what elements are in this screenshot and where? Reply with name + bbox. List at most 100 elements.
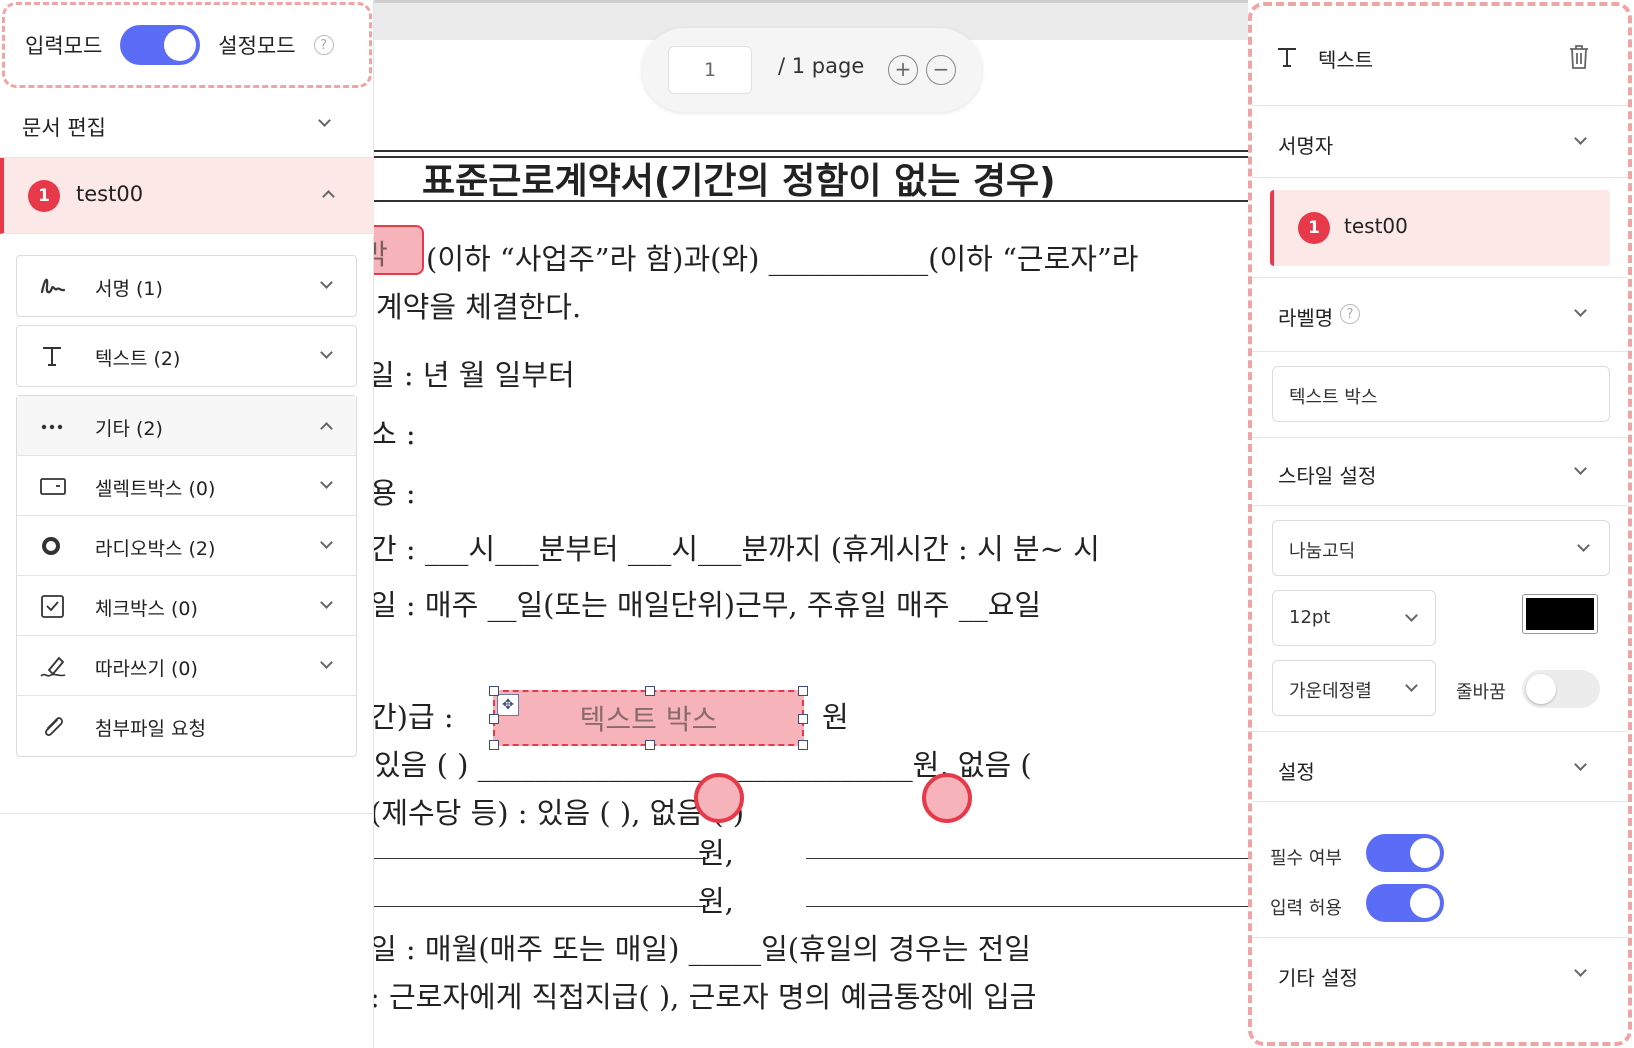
doc-line-4: 소 : bbox=[374, 417, 416, 451]
field-row-selectbox[interactable]: 셀렉트박스 (0) bbox=[17, 456, 356, 516]
doc-line-6: 간 : ___시___분부터 ___시___분까지 (휴게시간 : 시 분~ 시 bbox=[374, 532, 1100, 566]
chevron-down-icon bbox=[1574, 132, 1587, 145]
signer-item[interactable]: 1 test00 bbox=[0, 158, 374, 234]
required-toggle[interactable] bbox=[1366, 834, 1444, 872]
doc-line-13: 일 : 매월(매주 또는 매일) _____일(휴일의 경우는 전일 bbox=[374, 932, 1031, 966]
field-row-signature[interactable]: 서명 (1) bbox=[17, 256, 356, 316]
field-group-signature[interactable]: 서명 (1) bbox=[16, 255, 357, 317]
move-handle-icon[interactable]: ✥ bbox=[497, 694, 519, 716]
label-name-value: 텍스트 박스 bbox=[1289, 387, 1378, 408]
other-settings-section[interactable]: 기타 설정 bbox=[1252, 938, 1628, 1008]
underline bbox=[374, 906, 708, 907]
chevron-down-icon bbox=[318, 114, 331, 127]
chevron-down-icon bbox=[320, 656, 333, 669]
label-section[interactable]: 라벨명 ? bbox=[1252, 278, 1628, 352]
signer-section[interactable]: 서명자 bbox=[1252, 106, 1628, 178]
field-label: 체크박스 (0) bbox=[95, 598, 198, 620]
chevron-up-icon bbox=[322, 190, 335, 203]
text-box-field-selected[interactable]: 텍스트 박스 ✥ bbox=[489, 686, 808, 750]
left-panel: 입력모드 설정모드 ? 문서 편집 1 test00 서명 (1) 텍스트 (2… bbox=[0, 0, 374, 1048]
field-label: 셀렉트박스 (0) bbox=[95, 478, 216, 500]
input-allowed-toggle[interactable] bbox=[1366, 884, 1444, 922]
radio-field-yes[interactable] bbox=[694, 773, 744, 823]
resize-handle[interactable] bbox=[489, 714, 499, 724]
doc-line-11: 원, bbox=[698, 836, 734, 870]
mode-switch-bar: 입력모드 설정모드 ? bbox=[2, 2, 372, 88]
style-section-body: 나눔고딕 12pt 가운데정렬 줄바꿈 bbox=[1252, 506, 1628, 732]
page-navigator: / 1 page + − bbox=[642, 28, 982, 112]
selectbox-icon bbox=[40, 478, 66, 495]
paperclip-icon bbox=[45, 717, 63, 736]
underline bbox=[374, 858, 708, 859]
doc-edit-section[interactable]: 문서 편집 bbox=[0, 94, 374, 158]
field-row-etc[interactable]: 기타 (2) bbox=[17, 396, 356, 456]
field-row-checkbox[interactable]: 체크박스 (0) bbox=[17, 576, 356, 636]
label-section-body: 텍스트 박스 bbox=[1252, 352, 1628, 438]
resize-handle[interactable] bbox=[798, 740, 808, 750]
text-box-label: 텍스트 박스 bbox=[579, 703, 718, 736]
chevron-down-icon bbox=[320, 276, 333, 289]
zoom-out-button[interactable]: − bbox=[926, 55, 956, 85]
help-icon[interactable]: ? bbox=[1340, 304, 1360, 324]
doc-line-3: 일 : 년 월 일부터 bbox=[374, 358, 575, 392]
settings-section[interactable]: 설정 bbox=[1252, 732, 1628, 802]
signer-number-badge: 1 bbox=[1298, 212, 1330, 244]
section-title: 라벨명 bbox=[1278, 306, 1334, 330]
wrap-label: 줄바꿈 bbox=[1456, 682, 1506, 703]
doc-line-7: 일 : 매주 __일(또는 매일단위)근무, 주휴일 매주 __요일 bbox=[374, 588, 1042, 622]
chip-label: 박스 bbox=[374, 238, 388, 273]
chevron-down-icon bbox=[1574, 964, 1587, 977]
field-label: 따라쓰기 (0) bbox=[95, 658, 198, 680]
field-row-attachment[interactable]: 첨부파일 요청 bbox=[17, 696, 356, 756]
wrap-toggle[interactable] bbox=[1522, 670, 1600, 708]
resize-handle[interactable] bbox=[798, 686, 808, 696]
page-total: / 1 page bbox=[778, 54, 865, 78]
zoom-in-button[interactable]: + bbox=[888, 55, 918, 85]
text-icon bbox=[1278, 48, 1296, 67]
section-title: 기타 설정 bbox=[1278, 966, 1358, 990]
font-select[interactable]: 나눔고딕 bbox=[1272, 520, 1610, 576]
signer-number-badge: 1 bbox=[28, 180, 60, 212]
doc-line-2: 계약을 체결한다. bbox=[376, 290, 582, 324]
chevron-down-icon bbox=[1405, 609, 1418, 622]
field-label: 첨부파일 요청 bbox=[95, 718, 206, 740]
color-picker[interactable] bbox=[1522, 594, 1598, 634]
section-title: 스타일 설정 bbox=[1278, 464, 1377, 488]
trash-icon[interactable] bbox=[1568, 44, 1590, 70]
field-label: 기타 (2) bbox=[95, 418, 163, 440]
field-row-text[interactable]: 텍스트 (2) bbox=[17, 326, 356, 386]
document-page: 표준근로계약서(기간의 정함이 없는 경우) 박스 (이하 “사업주”라 함)과… bbox=[374, 40, 1248, 1048]
radio-field-no[interactable] bbox=[922, 773, 972, 823]
signer-name: test00 bbox=[76, 182, 144, 206]
signer-selected[interactable]: 1 test00 bbox=[1270, 190, 1610, 266]
style-section[interactable]: 스타일 설정 bbox=[1252, 438, 1628, 506]
resize-handle[interactable] bbox=[645, 740, 655, 750]
section-title: 서명자 bbox=[1278, 134, 1334, 158]
resize-handle[interactable] bbox=[489, 740, 499, 750]
resize-handle[interactable] bbox=[645, 686, 655, 696]
mode-toggle[interactable] bbox=[120, 25, 201, 65]
page-number-input[interactable] bbox=[668, 46, 752, 94]
help-icon[interactable]: ? bbox=[313, 35, 334, 55]
setting-mode-label: 설정모드 bbox=[218, 34, 296, 58]
signer-field-chip[interactable]: 박스 bbox=[374, 225, 424, 275]
resize-handle[interactable] bbox=[798, 714, 808, 724]
field-label: 텍스트 (2) bbox=[95, 348, 181, 370]
field-group-text[interactable]: 텍스트 (2) bbox=[16, 325, 357, 387]
resize-handle[interactable] bbox=[489, 686, 499, 696]
field-group-etc[interactable]: 기타 (2) 셀렉트박스 (0) 라디오박스 (2) 체크박스 (0) 따라쓰기… bbox=[16, 395, 357, 757]
field-label: 서명 (1) bbox=[95, 278, 163, 300]
field-row-radiobox[interactable]: 라디오박스 (2) bbox=[17, 516, 356, 576]
doc-line-5: 용 : bbox=[374, 476, 416, 510]
font-size-select[interactable]: 12pt bbox=[1272, 590, 1436, 646]
chevron-down-icon bbox=[1574, 462, 1587, 475]
font-value: 나눔고딕 bbox=[1289, 541, 1356, 562]
field-row-trace-writing[interactable]: 따라쓰기 (0) bbox=[17, 636, 356, 696]
signer-section-body: 1 test00 bbox=[1252, 178, 1628, 278]
underline bbox=[806, 858, 1248, 859]
input-allowed-label: 입력 허용 bbox=[1270, 898, 1342, 919]
align-select[interactable]: 가운데정렬 bbox=[1272, 660, 1436, 716]
label-name-input[interactable]: 텍스트 박스 bbox=[1272, 366, 1610, 422]
input-mode-label: 입력모드 bbox=[25, 34, 103, 58]
field-label: 라디오박스 (2) bbox=[95, 538, 216, 560]
